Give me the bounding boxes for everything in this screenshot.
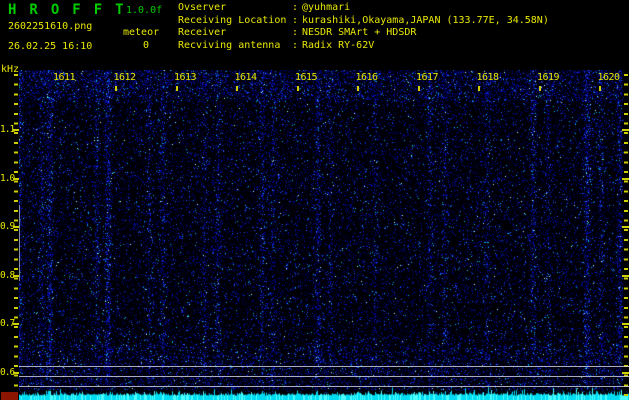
meteor-count-label: meteor <box>123 27 160 38</box>
station-info-row: Ovserver: @yuhmari <box>178 2 549 15</box>
time-axis-label: 1612 <box>113 72 178 91</box>
station-info-separator: : <box>292 39 299 51</box>
frequency-major-tick-left <box>13 323 19 325</box>
station-info-separator: : <box>292 27 299 39</box>
output-filename: 2602251610.png <box>8 21 93 32</box>
time-axis-label: 1619 <box>537 72 602 91</box>
station-info-value: kurashiki,Okayama,JAPAN (133.77E, 34.58N… <box>302 14 549 26</box>
frequency-axis-label: 0.6 <box>0 366 15 378</box>
frequency-axis-row: 0.7 <box>0 318 629 330</box>
station-info-label: Receiving Location <box>178 14 287 26</box>
hrofft-window: { "titlebar": { "app_title": "HROFFT", "… <box>0 0 629 400</box>
frequency-major-tick-right <box>622 226 629 228</box>
station-info-label: Receiver <box>178 27 227 39</box>
time-axis-label: 1617 <box>416 72 481 91</box>
station-info-separator: : <box>292 14 299 26</box>
time-axis-label: 1618 <box>476 72 541 91</box>
station-info-value: @yuhmari <box>302 2 351 13</box>
station-info-separator: : <box>292 2 299 13</box>
frequency-major-tick-right <box>622 323 629 325</box>
meteor-marker-red <box>1 392 18 400</box>
frequency-major-tick-left <box>13 129 19 131</box>
time-axis-label: 1611 <box>53 72 118 91</box>
left-edge-marker-line <box>19 205 20 281</box>
frequency-axis-label: 0.7 <box>0 318 15 329</box>
frequency-major-tick-right <box>622 177 629 180</box>
station-info-value: Radix RY-62V <box>302 39 375 51</box>
frequency-major-tick-right <box>622 274 629 277</box>
time-axis-label: 1615 <box>295 72 360 91</box>
frequency-axis-row: 0.8 <box>0 270 629 282</box>
frequency-axis-label: 1.0 <box>0 172 15 184</box>
frequency-major-tick-right <box>622 371 629 374</box>
station-info-label: Recviving antenna <box>178 39 281 51</box>
time-axis-label: 1620 <box>597 72 621 83</box>
station-info-label: Ovserver <box>178 2 227 13</box>
time-axis-label: 1613 <box>174 72 239 91</box>
time-axis-label: 1616 <box>355 72 420 91</box>
frequency-major-tick-right <box>622 129 629 131</box>
app-version: 1.0.0f <box>126 5 163 16</box>
reference-line <box>19 386 629 387</box>
frequency-axis-label: 1.1 <box>0 124 15 135</box>
station-info-row: Recviving antenna: Radix RY-62V <box>178 40 549 53</box>
frequency-minor-ticks-left <box>14 74 18 396</box>
station-info-block: Ovserver: @yuhmari Receiving Location: kur… <box>178 2 549 52</box>
reference-line <box>19 366 629 367</box>
observation-datetime: 26.02.25 16:10 <box>8 41 93 52</box>
frequency-axis-row: 1.1 <box>0 124 629 136</box>
frequency-axis-row: 0.9 <box>0 221 629 233</box>
frequency-axis-label: 0.8 <box>0 269 15 281</box>
app-title: HROFFT <box>8 2 137 18</box>
station-info-row: Receiving Location: kurashiki,Okayama,JAP… <box>178 15 549 28</box>
station-info-row: Receiver: NESDR SMArt + HDSDR <box>178 27 549 40</box>
meteor-count-value: 0 <box>142 40 150 51</box>
frequency-axis-row: 1.0 <box>0 173 629 185</box>
station-info-value: NESDR SMArt + HDSDR <box>302 27 417 39</box>
frequency-minor-ticks-right <box>624 74 628 396</box>
reference-line <box>19 376 629 377</box>
time-axis-label: 1614 <box>234 72 299 91</box>
frequency-major-tick-left <box>13 177 19 180</box>
spectrogram-canvas <box>19 70 629 400</box>
frequency-major-tick-left <box>13 371 19 374</box>
frequency-axis-label: 0.9 <box>0 221 15 232</box>
